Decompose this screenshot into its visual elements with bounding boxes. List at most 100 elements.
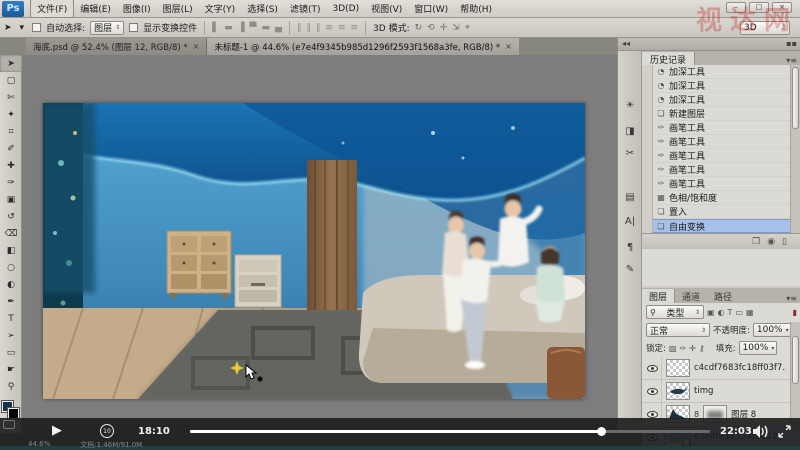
history-source-well[interactable]	[642, 176, 653, 191]
styles-panel-icon[interactable]: ◨	[621, 122, 639, 140]
menu-filter[interactable]: 滤镜(T)	[284, 0, 327, 17]
history-state[interactable]: ▦ 色相/饱和度	[642, 190, 800, 205]
type-tool[interactable]: T	[0, 310, 22, 327]
align-vertical-centers-icon[interactable]: ▬	[261, 23, 270, 33]
info-panel-icon[interactable]: ▤	[621, 188, 639, 206]
layers-scrollbar[interactable]	[790, 322, 800, 433]
history-panel-tab[interactable]: 历史记录	[642, 52, 696, 66]
marquee-tool[interactable]: ▢	[0, 72, 22, 89]
workspace-switcher[interactable]: 3D ⇕	[740, 20, 790, 35]
history-state[interactable]: ✑ 画笔工具	[642, 162, 800, 177]
distribute-right-icon[interactable]: ≡	[351, 23, 359, 33]
align-horizontal-centers-icon[interactable]: ▬	[224, 23, 233, 33]
minimize-button[interactable]: –	[726, 2, 746, 13]
crop-tool[interactable]: ⌗	[0, 123, 22, 140]
3d-scale-icon[interactable]: ⌖	[465, 23, 470, 33]
history-scrollbar-thumb[interactable]	[792, 67, 799, 129]
lasso-tool[interactable]: ✄	[0, 89, 22, 106]
history-source-well[interactable]	[642, 78, 653, 93]
lock-all-icon[interactable]: ⚷	[699, 344, 705, 353]
auto-select-checkbox[interactable]	[32, 23, 42, 32]
volume-icon[interactable]	[753, 425, 769, 438]
fullscreen-icon[interactable]	[778, 425, 791, 438]
history-state-selected[interactable]: ❏ 自由变换	[642, 219, 800, 233]
layer-name[interactable]: c4cdf7683fc18ff03f7...	[694, 363, 786, 373]
filter-pixel-layers-icon[interactable]: ▣	[707, 308, 715, 317]
history-scrollbar[interactable]	[790, 65, 800, 233]
play-button[interactable]: ▶	[52, 423, 62, 438]
progress-knob[interactable]	[596, 427, 606, 436]
layer-row[interactable]: timg	[642, 379, 800, 403]
path-selection-tool[interactable]: ➢	[0, 327, 22, 344]
menu-layer[interactable]: 图层(L)	[157, 0, 199, 17]
menu-image[interactable]: 图像(I)	[117, 0, 157, 17]
progress-track[interactable]	[190, 427, 710, 436]
menu-edit[interactable]: 编辑(E)	[74, 0, 117, 17]
filter-adjustment-layers-icon[interactable]: ◐	[718, 308, 725, 317]
shape-tool[interactable]: ▭	[0, 344, 22, 361]
eraser-tool[interactable]: ⌫	[0, 225, 22, 242]
history-state[interactable]: ❏ 置入	[642, 204, 800, 219]
filter-smart-objects-icon[interactable]: ▦	[746, 308, 754, 317]
menu-help[interactable]: 帮助(H)	[454, 0, 498, 17]
layer-name[interactable]: timg	[694, 386, 713, 396]
visibility-cell[interactable]	[644, 357, 662, 380]
distribute-vcenter-icon[interactable]: ∥	[306, 23, 311, 33]
history-source-well[interactable]	[642, 148, 653, 163]
lock-transparency-icon[interactable]: ▨	[669, 344, 677, 353]
filter-shape-layers-icon[interactable]: ▭	[735, 308, 743, 317]
dodge-tool[interactable]: ◐	[0, 276, 22, 293]
adjustments-panel-icon[interactable]: ☀	[621, 96, 639, 114]
history-source-well[interactable]	[642, 106, 653, 121]
layer-thumbnail[interactable]	[666, 359, 690, 377]
filter-toggle-icon[interactable]: ▮	[793, 308, 797, 317]
3d-rotate-icon[interactable]: ↻	[415, 23, 423, 33]
move-tool[interactable]: ➤	[0, 55, 22, 72]
history-source-well[interactable]	[642, 92, 653, 107]
dock-options-icon[interactable]: ▪▪	[786, 39, 797, 49]
history-state[interactable]: ◔ 加深工具	[642, 78, 800, 93]
history-state[interactable]: ✑ 画笔工具	[642, 176, 800, 191]
clone-stamp-tool[interactable]: ▣	[0, 191, 22, 208]
maximize-button[interactable]: □	[749, 2, 769, 13]
hand-tool[interactable]: ☛	[0, 361, 22, 378]
blend-mode-dropdown[interactable]: 正常 ⇕	[646, 323, 710, 337]
history-state[interactable]: ✑ 画笔工具	[642, 148, 800, 163]
align-top-edges-icon[interactable]: ▀	[250, 23, 257, 33]
zoom-tool[interactable]: ⚲	[0, 378, 22, 395]
document-tab-haidi[interactable]: 海底.psd @ 52.4% (图层 12, RGB/8) * ×	[26, 38, 208, 55]
history-state[interactable]: ❏ 新建图层	[642, 106, 800, 121]
healing-brush-tool[interactable]: ✚	[0, 157, 22, 174]
history-state[interactable]: ✑ 画笔工具	[642, 134, 800, 149]
layers-scrollbar-thumb[interactable]	[792, 336, 799, 384]
fill-dropdown[interactable]: 100% ▾	[738, 341, 777, 355]
tab-close-icon[interactable]: ×	[505, 42, 512, 51]
menu-window[interactable]: 窗口(W)	[408, 0, 454, 17]
tab-layers[interactable]: 图层	[642, 289, 676, 303]
collapse-panels-icon[interactable]: ◂◂	[622, 39, 630, 49]
history-source-well[interactable]	[642, 190, 653, 205]
eyedropper-tool[interactable]: ✐	[0, 140, 22, 157]
tab-channels[interactable]: 通道	[675, 289, 707, 303]
distribute-left-icon[interactable]: ≡	[325, 23, 333, 33]
brush-presets-panel-icon[interactable]: ✎	[621, 260, 639, 278]
menu-3d[interactable]: 3D(D)	[326, 2, 365, 16]
menu-type[interactable]: 文字(Y)	[199, 0, 242, 17]
screen-mode-icon[interactable]	[3, 420, 15, 429]
brush-tool[interactable]: ✑	[0, 174, 22, 191]
paragraph-panel-icon[interactable]: ¶	[621, 238, 639, 256]
panel-menu-icon[interactable]: ▾≡	[782, 56, 800, 65]
menu-select[interactable]: 选择(S)	[241, 0, 284, 17]
document-image[interactable]	[43, 103, 585, 399]
history-state[interactable]: ◔ 加深工具	[642, 65, 800, 79]
lock-position-icon[interactable]: ✛	[689, 344, 696, 353]
auto-select-target-dropdown[interactable]: 图层 ⇕	[90, 20, 125, 35]
new-document-from-state-icon[interactable]: ❐	[752, 237, 760, 247]
tab-paths[interactable]: 路径	[707, 289, 739, 303]
replay-10-button[interactable]: 10	[100, 424, 114, 438]
zoom-level[interactable]: 44.6%	[28, 440, 50, 450]
align-bottom-edges-icon[interactable]: ▄	[275, 23, 282, 33]
delete-state-icon[interactable]: ▯	[782, 237, 787, 247]
align-left-edges-icon[interactable]: ▌	[212, 23, 219, 33]
tab-close-icon[interactable]: ×	[193, 42, 200, 51]
